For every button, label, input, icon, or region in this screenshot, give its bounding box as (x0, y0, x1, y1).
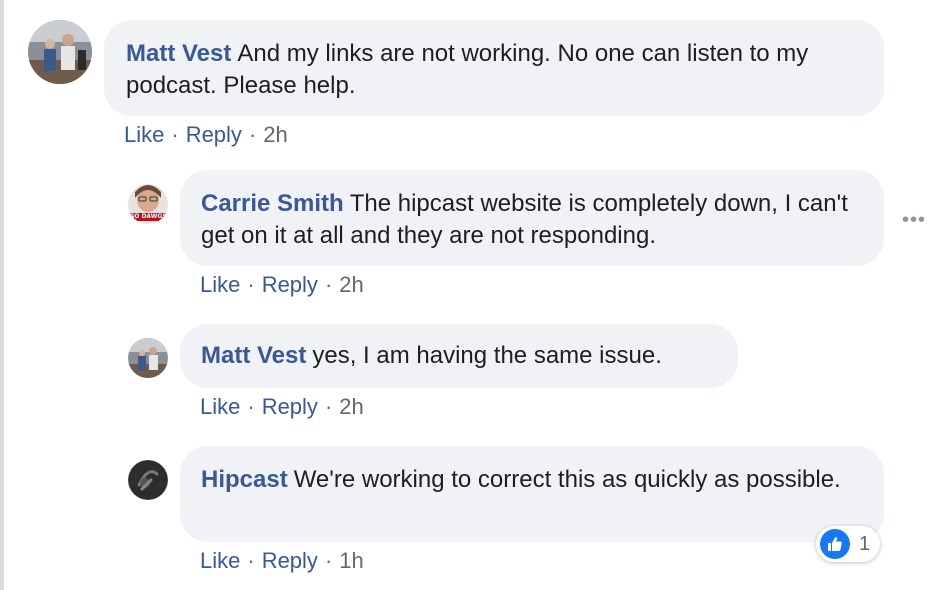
reply-link[interactable]: Reply (262, 548, 318, 573)
separator-dot: · (247, 394, 255, 419)
comment-bubble: Matt Vest yes, I am having the same issue… (180, 324, 738, 388)
comment-text: yes, I am having the same issue. (312, 342, 662, 369)
comment-timestamp[interactable]: 2h (339, 272, 363, 297)
reaction-summary[interactable]: 1 (816, 526, 880, 562)
comment-author[interactable]: Matt Vest (126, 40, 231, 67)
thread-rule (0, 0, 4, 590)
comment-actions: Like · Reply · 2h (200, 272, 364, 298)
matt-vest-avatar-photo (28, 20, 92, 84)
like-link[interactable]: Like (124, 122, 164, 147)
comment-author[interactable]: Matt Vest (201, 342, 306, 369)
avatar-caption: GO DAWGS (129, 213, 167, 220)
comment-author[interactable]: Carrie Smith (201, 190, 344, 217)
comment-author[interactable]: Hipcast (201, 466, 288, 493)
like-link[interactable]: Like (200, 272, 240, 297)
reply-link[interactable]: Reply (262, 272, 318, 297)
reply-link[interactable]: Reply (186, 122, 242, 147)
reply-link[interactable]: Reply (262, 394, 318, 419)
avatar[interactable] (128, 460, 168, 500)
avatar[interactable]: GO DAWGS (128, 184, 168, 224)
comment-text: We're working to correct this as quickly… (293, 466, 841, 493)
avatar[interactable] (28, 20, 92, 84)
separator-dot: · (171, 122, 179, 147)
reaction-count: 1 (859, 532, 871, 555)
like-thumb-icon (820, 529, 850, 559)
separator-dot: · (324, 548, 333, 573)
comment-bubble: Matt Vest And my links are not working. N… (104, 20, 884, 116)
avatar[interactable] (128, 338, 168, 378)
comment-actions: Like · Reply · 1h (200, 548, 364, 574)
separator-dot: · (247, 548, 255, 573)
comment-timestamp[interactable]: 1h (339, 548, 363, 573)
comment-actions: Like · Reply · 2h (200, 394, 364, 420)
separator-dot: · (247, 272, 255, 297)
like-link[interactable]: Like (200, 548, 240, 573)
more-horizontal-icon[interactable]: ••• (902, 210, 926, 230)
hipcast-logo-icon (128, 460, 168, 500)
comment-actions: Like · Reply · 2h (124, 122, 288, 148)
separator-dot: · (324, 394, 333, 419)
like-link[interactable]: Like (200, 394, 240, 419)
separator-dot: · (324, 272, 333, 297)
separator-dot: · (248, 122, 257, 147)
comment-bubble: Hipcast We're working to correct this as … (180, 446, 884, 542)
comment-timestamp[interactable]: 2h (263, 122, 287, 147)
comment-bubble: Carrie Smith The hipcast website is compl… (180, 170, 884, 266)
comment-timestamp[interactable]: 2h (339, 394, 363, 419)
matt-vest-avatar-photo (128, 338, 168, 378)
